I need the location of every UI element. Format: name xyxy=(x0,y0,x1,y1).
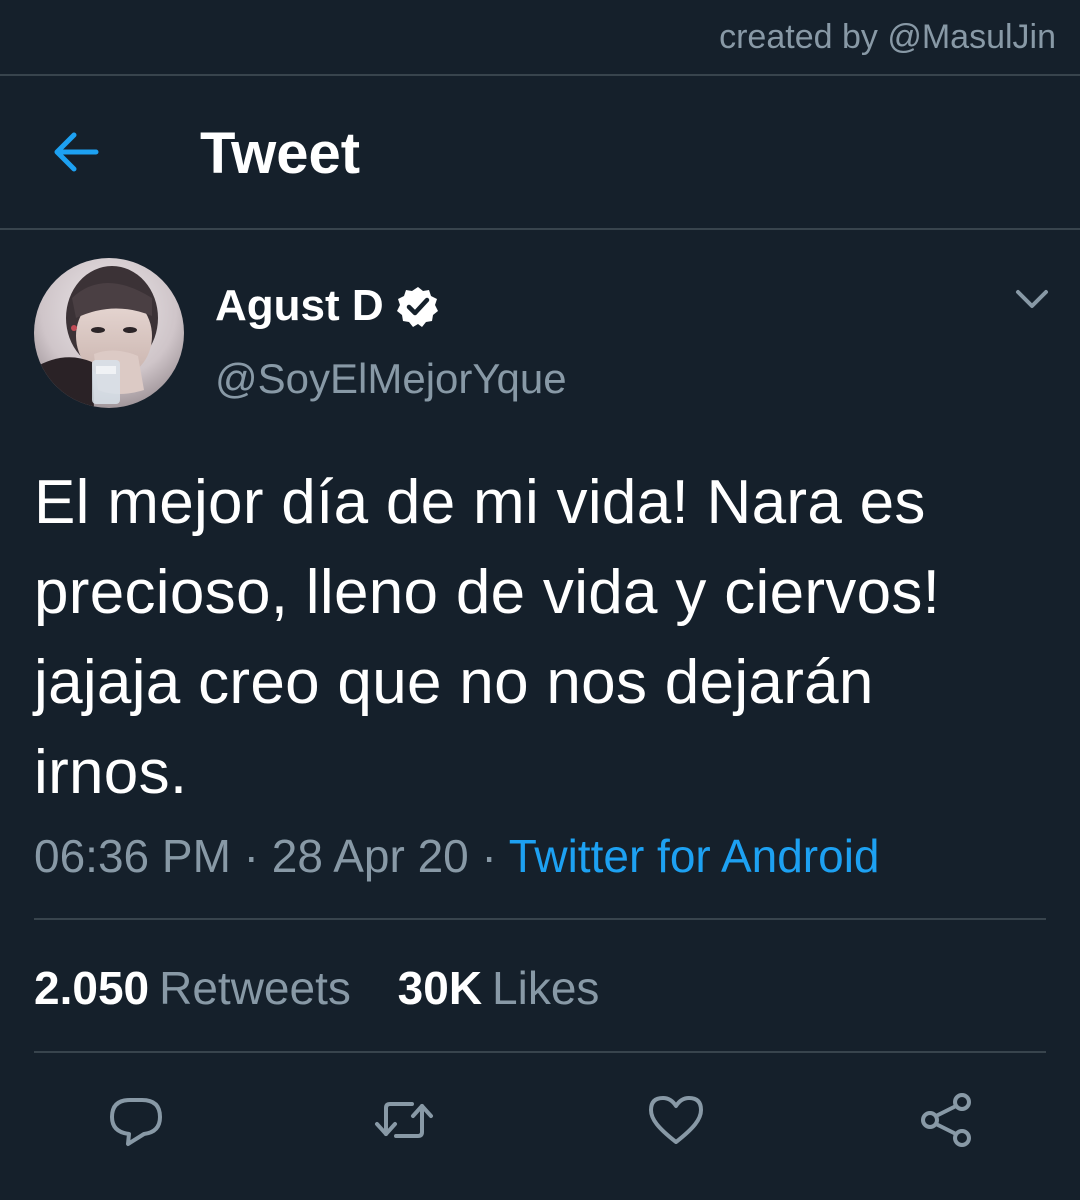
chevron-down-icon xyxy=(1016,290,1048,308)
author-block: Agust D @SoyElMejorYque xyxy=(215,280,567,404)
likes-count: 30K xyxy=(397,962,483,1014)
like-button[interactable] xyxy=(644,1088,708,1152)
share-icon xyxy=(921,1093,971,1147)
tweet-text: El mejor día de mi vida! Nara es precios… xyxy=(34,468,941,807)
author-handle[interactable]: @SoyElMejorYque xyxy=(215,354,567,404)
header-divider xyxy=(0,228,1080,230)
tweet-menu-button[interactable] xyxy=(1012,284,1052,314)
tweet-source-link[interactable]: Twitter for Android xyxy=(509,830,880,882)
meta-separator: · xyxy=(230,830,272,882)
back-arrow-icon xyxy=(54,132,99,172)
retweets-stat[interactable]: 2.050 Retweets xyxy=(34,958,351,1018)
tweet-time: 06:36 PM xyxy=(34,830,231,882)
retweets-count: 2.050 xyxy=(34,962,150,1014)
page-title: Tweet xyxy=(200,121,361,186)
verified-badge-icon xyxy=(396,287,438,327)
retweets-label: Retweets xyxy=(159,962,351,1014)
author-name-row[interactable]: Agust D xyxy=(215,280,567,332)
heart-icon xyxy=(649,1096,703,1144)
retweet-icon xyxy=(375,1102,433,1138)
retweet-button[interactable] xyxy=(372,1088,436,1152)
tweet-date: 28 Apr 20 xyxy=(271,830,469,882)
reply-button[interactable] xyxy=(104,1088,168,1152)
header-bar: Tweet xyxy=(0,76,1080,228)
tweet-actions-bar xyxy=(0,1080,1080,1160)
meta-divider xyxy=(34,918,1046,920)
reply-icon xyxy=(110,1098,162,1146)
tweet-stats: 2.050 Retweets 30K Likes xyxy=(34,958,633,1018)
tweet-meta: 06:36 PM · 28 Apr 20 · Twitter for Andro… xyxy=(34,826,880,886)
avatar[interactable] xyxy=(34,258,184,408)
avatar-image xyxy=(34,258,184,408)
stats-divider xyxy=(34,1051,1046,1053)
author-display-name: Agust D xyxy=(215,281,384,330)
likes-label: Likes xyxy=(492,962,600,1014)
back-button[interactable] xyxy=(46,122,106,182)
watermark: created by @MasulJin xyxy=(719,18,1056,56)
share-button[interactable] xyxy=(914,1088,978,1152)
meta-separator: · xyxy=(468,830,509,882)
likes-stat[interactable]: 30K Likes xyxy=(398,958,600,1018)
